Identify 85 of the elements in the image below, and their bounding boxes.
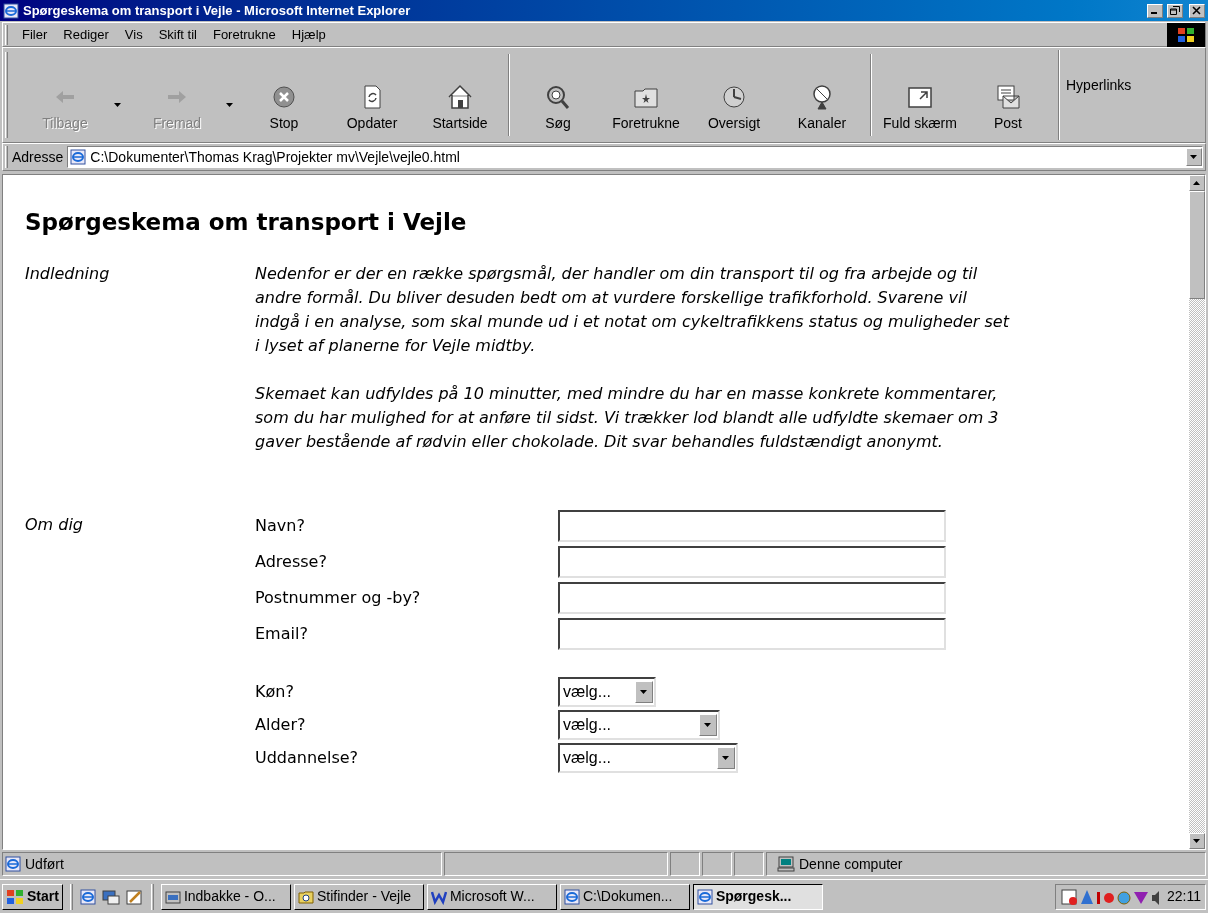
clock: 22:11: [1167, 887, 1201, 906]
field-label: Email?: [255, 622, 309, 645]
desktop-icon: [101, 888, 120, 905]
caret-icon: [1193, 180, 1201, 186]
windows-logo-icon: [6, 888, 24, 905]
scroll-down-button[interactable]: [1189, 833, 1205, 849]
scrollbar[interactable]: [1189, 175, 1205, 849]
caret-icon: [704, 722, 712, 728]
menu-item[interactable]: Hjælp: [283, 24, 334, 45]
address-field[interactable]: C:\Dokumenter\Thomas Krag\Projekter mv\Vejle\vejle0.html: [67, 146, 1203, 168]
toolbar-button[interactable]: Oversigt: [690, 48, 778, 142]
close-button[interactable]: [1189, 3, 1205, 18]
caret-icon: [226, 103, 234, 108]
toolbar-button[interactable]: Fuld skærm: [876, 48, 964, 142]
field-label: Adresse?: [255, 550, 328, 573]
menu-item[interactable]: Foretrukne: [204, 24, 284, 45]
input-field[interactable]: [558, 581, 946, 614]
calendar-icon[interactable]: [1060, 887, 1078, 906]
field-label: Navn?: [255, 514, 306, 537]
maximize-icon: [1170, 6, 1180, 15]
taskbar-button[interactable]: Stifinder - Vejle: [293, 883, 424, 910]
caret-icon: [722, 755, 730, 761]
menu-item[interactable]: Filer: [14, 24, 56, 45]
maximize-button[interactable]: [1167, 3, 1183, 18]
menu-item[interactable]: Skift til: [150, 24, 205, 45]
zone-text: Denne computer: [799, 854, 903, 874]
folder-search-icon: [297, 888, 314, 905]
input-field[interactable]: [558, 617, 946, 650]
dropdown-button[interactable]: [635, 681, 653, 703]
taskbar-button[interactable]: Indbakke - O...: [160, 883, 291, 910]
caret-icon: [114, 103, 122, 108]
windows-logo-icon: [1167, 22, 1205, 47]
browser-icon: [79, 888, 96, 905]
status-panel: [702, 852, 732, 876]
status-panel: [670, 852, 700, 876]
browser-icon: [3, 2, 19, 19]
select-field[interactable]: vælg...: [558, 710, 720, 740]
taskbar-button[interactable]: Spørgesk...: [692, 883, 823, 910]
input-field[interactable]: [558, 545, 946, 578]
caret-icon: [1190, 154, 1198, 160]
window-title: Spørgeskema om transport i Vejle - Microsoft Internet Explorer: [23, 1, 412, 20]
field-label: Alder?: [255, 714, 307, 736]
start-button[interactable]: Start: [2, 883, 63, 910]
dropdown-button[interactable]: [1186, 148, 1202, 166]
scroll-up-button[interactable]: [1189, 175, 1205, 191]
field-label: Køn?: [255, 681, 295, 703]
computer-icon: [777, 856, 795, 872]
select-field[interactable]: vælg...: [558, 677, 656, 707]
menu-item[interactable]: Rediger: [55, 24, 117, 45]
section-label: Indledning: [25, 262, 111, 285]
caret-icon: [640, 689, 648, 695]
minimize-button[interactable]: [1147, 3, 1163, 18]
page-heading: Spørgeskema om transport i Vejle: [25, 208, 468, 237]
intro-paragraph: Skemaet kan udfyldes på 10 minutter, med mindre du har en masse konkrete kommentarer, som du har mulighed for at anføre til sidst. Vi trækker lod blandt alle udfyldte skemaer om 3 gaver bestående af rødvin eller chokolade. Dit svar behandles fuldstændigt anonymt.: [255, 382, 1000, 453]
browser-icon: [563, 888, 580, 905]
links-button[interactable]: Hyperlinks: [1066, 74, 1132, 96]
scroll-thumb[interactable]: [1189, 191, 1205, 299]
taskbar-button[interactable]: C:\Dokumen...: [559, 883, 690, 910]
page-icon: [70, 149, 87, 165]
field-label: Uddannelse?: [255, 747, 360, 769]
dropdown-button[interactable]: [699, 714, 717, 736]
taskbar-button[interactable]: Microsoft W...: [426, 883, 557, 910]
input-field[interactable]: [558, 509, 946, 542]
toolbar-button[interactable]: Opdater: [328, 48, 416, 142]
address-label: Adresse: [12, 147, 64, 167]
caret-icon: [1193, 838, 1201, 844]
intro-paragraph: Nedenfor er der en række spørgsmål, der handler om din transport til og fra arbejde og til andre formål. Du bliver desuden bedt om at vurdere forskellige trafikforhold. Svarene vil indgå i en analyse, som skal munde ud i et notat om cykeltrafikkens status og muligheder set i lyset af planerne for Vejle midtby.: [255, 262, 1011, 357]
inbox-icon: [164, 888, 181, 905]
select-field[interactable]: vælg...: [558, 743, 738, 773]
page-icon: [5, 856, 21, 872]
close-icon: [1192, 6, 1202, 15]
status-text: Udført: [25, 854, 64, 874]
toolbar-button[interactable]: Startside: [416, 48, 504, 142]
pencil-icon: [125, 888, 144, 905]
toolbar-button[interactable]: Foretrukne: [602, 48, 690, 142]
dropdown-button[interactable]: [717, 747, 735, 769]
toolbar-button[interactable]: Kanaler: [778, 48, 866, 142]
section-label: Om dig: [25, 513, 85, 536]
toolbar-button[interactable]: Post: [964, 48, 1052, 142]
menu-item[interactable]: Vis: [116, 24, 151, 45]
browser-icon: [696, 888, 713, 905]
status-panel: [734, 852, 764, 876]
toolbar-button[interactable]: Stop: [240, 48, 328, 142]
field-label: Postnummer og -by?: [255, 586, 422, 609]
toolbar-button[interactable]: Søg: [514, 48, 602, 142]
